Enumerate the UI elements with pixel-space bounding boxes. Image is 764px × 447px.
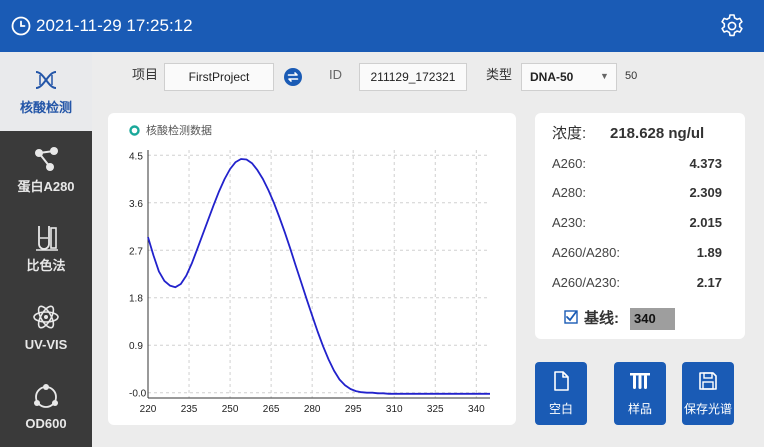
sample-button-label: 样品 xyxy=(627,402,652,416)
top-bar: 2021-11-29 17:25:12 xyxy=(0,0,764,52)
chart-title: 核酸检测数据 xyxy=(146,125,212,137)
blank-button-label: 空白 xyxy=(548,402,573,416)
id-label: ID xyxy=(329,67,342,82)
sidebar-item-protein-a280[interactable]: 蛋白A280 xyxy=(0,131,92,210)
a260-a230-label: A260/A230: xyxy=(552,275,620,290)
clock-icon xyxy=(11,16,31,36)
type-label: 类型 xyxy=(486,67,513,82)
type-select-value: DNA-50 xyxy=(530,70,574,84)
cuvette-icon xyxy=(36,226,58,251)
sidebar: 核酸检测 蛋白A280 比色法 UV-VIS OD600 xyxy=(0,52,92,447)
save-spectrum-button-label: 保存光谱 xyxy=(683,402,732,416)
concentration-value: 218.628 ng/ul xyxy=(610,125,705,142)
project-label: 项目 xyxy=(132,67,159,82)
type-factor: 50 xyxy=(625,70,638,82)
a260-a230-value: 2.17 xyxy=(696,275,722,290)
a260-value: 4.373 xyxy=(689,156,722,171)
sidebar-item-label: 蛋白A280 xyxy=(17,179,75,194)
id-field[interactable]: 211129_172321 xyxy=(359,63,467,91)
a260-label: A260: xyxy=(552,156,586,171)
datetime: 2021-11-29 17:25:12 xyxy=(36,16,193,35)
sidebar-item-label: UV-VIS xyxy=(24,337,68,352)
molecule-icon xyxy=(35,147,58,171)
baseline-input[interactable]: 340 xyxy=(630,308,675,330)
atom-icon xyxy=(33,305,59,329)
sidebar-item-od600[interactable]: OD600 xyxy=(0,368,92,447)
save-spectrum-button[interactable]: 保存光谱 xyxy=(682,362,734,425)
sidebar-item-uv-vis[interactable]: UV-VIS xyxy=(0,289,92,368)
legend-marker xyxy=(129,125,140,136)
blank-button[interactable]: 空白 xyxy=(535,362,587,425)
cell-icon xyxy=(34,384,58,408)
baseline-label: 基线: xyxy=(584,310,619,327)
swap-icon[interactable] xyxy=(284,68,302,86)
concentration-label: 浓度: xyxy=(552,125,587,142)
dna-icon xyxy=(35,71,57,89)
a260-a280-label: A260/A280: xyxy=(552,245,620,260)
a260-a280-value: 1.89 xyxy=(696,245,722,260)
floppy-disk-icon xyxy=(699,372,717,390)
sidebar-item-colorimetric[interactable]: 比色法 xyxy=(0,210,92,289)
sample-button[interactable]: 样品 xyxy=(614,362,666,425)
a280-label: A280: xyxy=(552,185,586,200)
sidebar-item-label: 核酸检测 xyxy=(19,100,72,115)
a230-value: 2.015 xyxy=(689,215,722,230)
chart-card xyxy=(108,113,516,425)
gear-icon[interactable] xyxy=(718,12,746,40)
project-field[interactable]: FirstProject xyxy=(164,63,274,91)
chevron-down-icon: ▼ xyxy=(600,71,609,81)
sidebar-item-label: 比色法 xyxy=(26,258,66,273)
sidebar-item-label: OD600 xyxy=(25,416,67,431)
a280-value: 2.309 xyxy=(689,185,722,200)
sidebar-item-nucleic-acid[interactable]: 核酸检测 xyxy=(0,52,92,131)
test-tubes-icon xyxy=(630,373,650,389)
a230-label: A230: xyxy=(552,215,586,230)
document-icon xyxy=(554,371,569,391)
baseline-checkbox[interactable] xyxy=(564,310,578,324)
